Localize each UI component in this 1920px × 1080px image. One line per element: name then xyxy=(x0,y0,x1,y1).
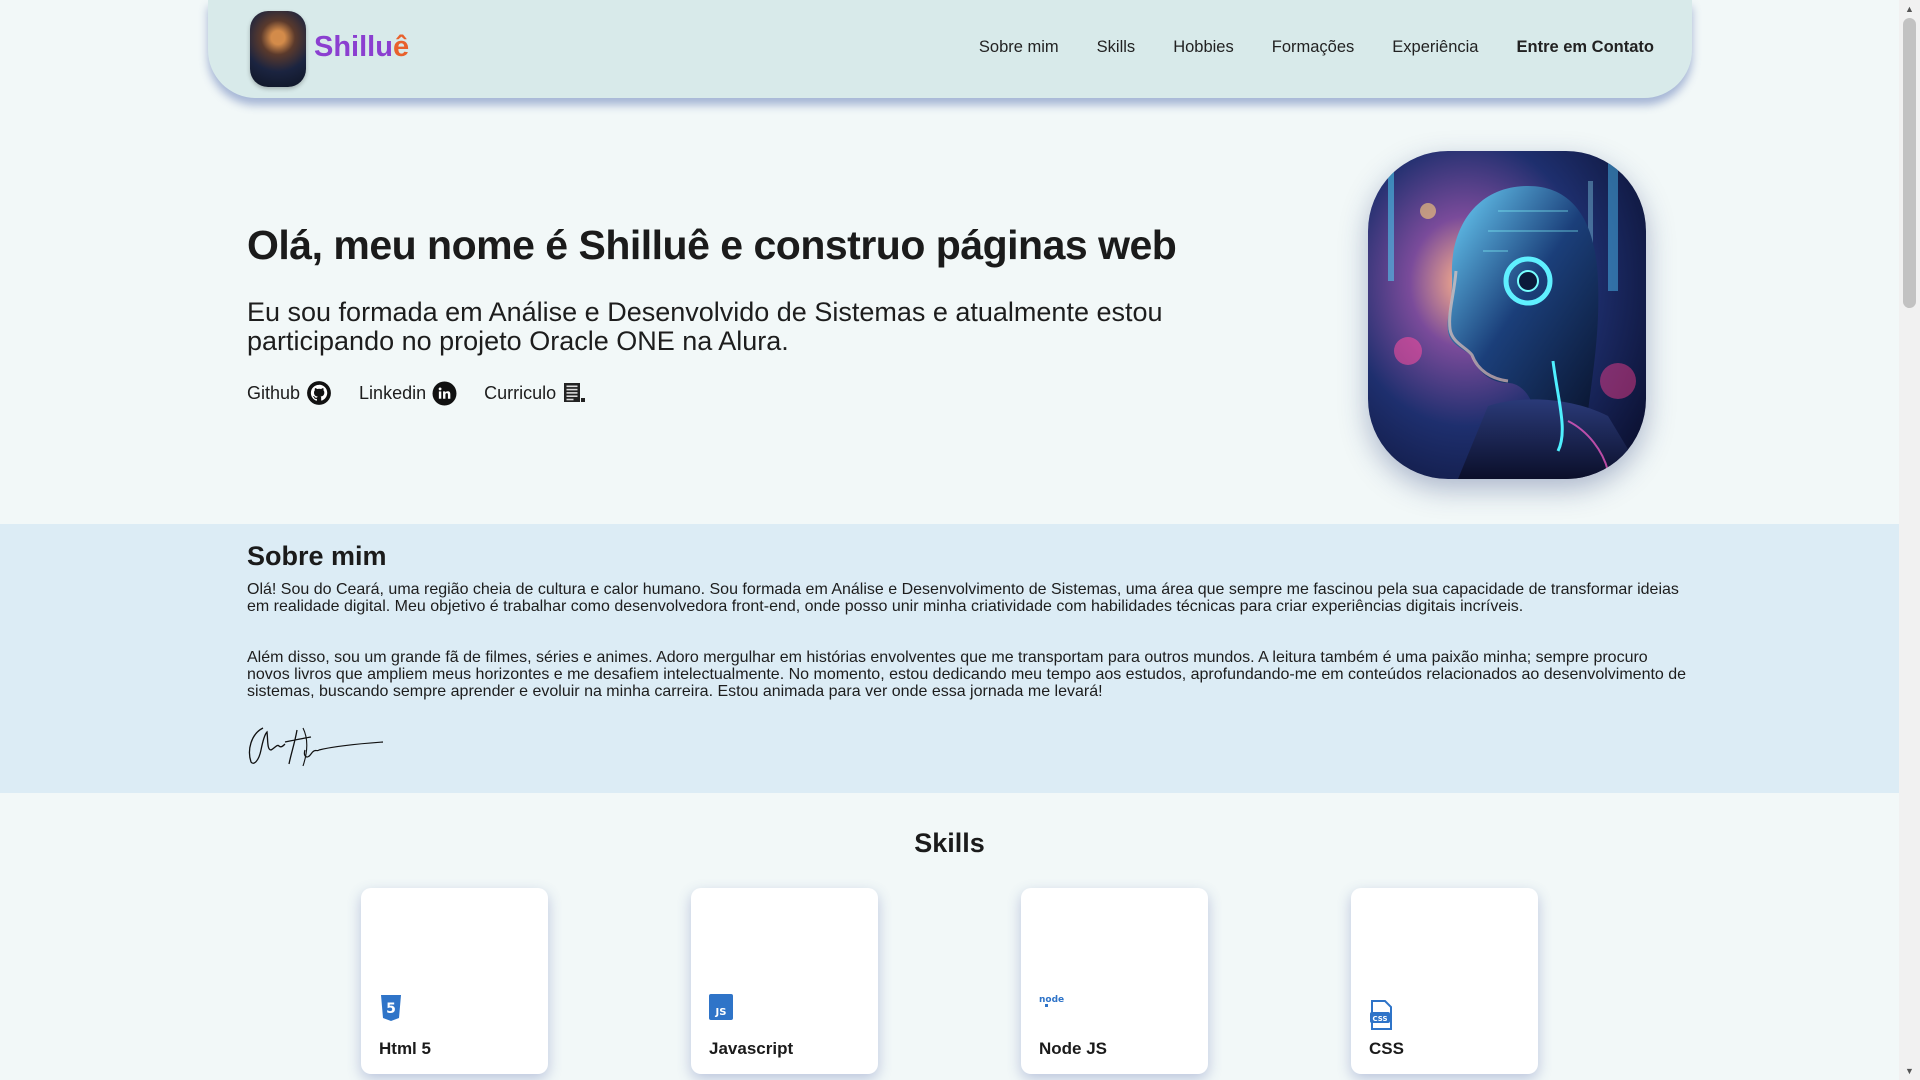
hero-subtitle: Eu sou formada em Análise e Desenvolvido… xyxy=(247,297,1163,356)
skill-label: Node JS xyxy=(1039,1039,1108,1058)
nodejs-icon: node xyxy=(1039,995,1064,1007)
svg-text:node: node xyxy=(1039,995,1064,1005)
social-links: Github Linkedin Curriculo xyxy=(247,380,615,406)
scroll-down-arrow-icon[interactable]: ▼ xyxy=(1905,1066,1914,1076)
svg-text:JS: JS xyxy=(715,1007,727,1018)
nav-sobre-mim[interactable]: Sobre mim xyxy=(979,38,1059,57)
github-link[interactable]: Github xyxy=(247,380,332,406)
skill-card-nodejs[interactable]: node Node JS xyxy=(1021,888,1208,1074)
logo-avatar[interactable] xyxy=(250,11,306,87)
nav-formacoes[interactable]: Formações xyxy=(1272,38,1355,57)
scroll-up-arrow-icon[interactable]: ▲ xyxy=(1905,4,1914,14)
hero-title: Olá, meu nome é Shilluê e construo págin… xyxy=(247,222,1177,268)
skill-label: Javascript xyxy=(709,1039,794,1058)
scrollbar-thumb[interactable] xyxy=(1903,18,1916,308)
linkedin-label: Linkedin xyxy=(359,382,427,403)
css-icon: CSS xyxy=(1370,1000,1392,1030)
skills-cards: 5 Html 5 JS Javascript node Node JS CSS xyxy=(361,888,1538,1074)
main-nav: Sobre mim Skills Hobbies Formações Exper… xyxy=(979,38,1654,57)
skill-card-css[interactable]: CSS CSS xyxy=(1351,888,1538,1074)
page-scrollbar[interactable]: ▲ ▼ xyxy=(1899,0,1920,1080)
document-icon xyxy=(564,383,586,402)
javascript-icon: JS xyxy=(709,994,733,1020)
svg-text:CSS: CSS xyxy=(1372,1015,1387,1023)
nav-hobbies[interactable]: Hobbies xyxy=(1173,38,1234,57)
about-section: Sobre mim Olá! Sou do Ceará, uma região … xyxy=(0,524,1899,793)
curriculo-label: Curriculo xyxy=(484,382,557,403)
skill-label: CSS xyxy=(1369,1039,1404,1058)
skills-title: Skills xyxy=(914,828,985,858)
linkedin-link[interactable]: Linkedin xyxy=(359,381,457,406)
nav-entre-em-contato[interactable]: Entre em Contato xyxy=(1516,38,1654,57)
nav-experiencia[interactable]: Experiência xyxy=(1392,38,1478,57)
html5-icon: 5 xyxy=(381,995,401,1021)
svg-text:5: 5 xyxy=(386,1001,396,1017)
signature-image xyxy=(248,727,384,767)
github-icon xyxy=(307,381,331,405)
skill-card-html5[interactable]: 5 Html 5 xyxy=(361,888,548,1074)
skill-card-javascript[interactable]: JS Javascript xyxy=(691,888,878,1074)
about-title: Sobre mim xyxy=(247,541,387,571)
github-label: Github xyxy=(247,382,301,403)
about-paragraph-2: Além disso, sou um grande fã de filmes, … xyxy=(247,649,1687,700)
logo-text[interactable]: Shilluê xyxy=(314,31,409,64)
site-header: Shilluê Sobre mim Skills Hobbies Formaçõ… xyxy=(208,0,1692,98)
curriculo-link[interactable]: Curriculo xyxy=(484,381,588,405)
page: Shilluê Sobre mim Skills Hobbies Formaçõ… xyxy=(0,0,1899,1080)
profile-illustration xyxy=(1368,151,1646,479)
nav-skills[interactable]: Skills xyxy=(1097,38,1136,57)
skill-label: Html 5 xyxy=(379,1039,431,1058)
linkedin-icon xyxy=(432,381,457,405)
about-paragraph-1: Olá! Sou do Ceará, uma região cheia de c… xyxy=(247,581,1679,615)
